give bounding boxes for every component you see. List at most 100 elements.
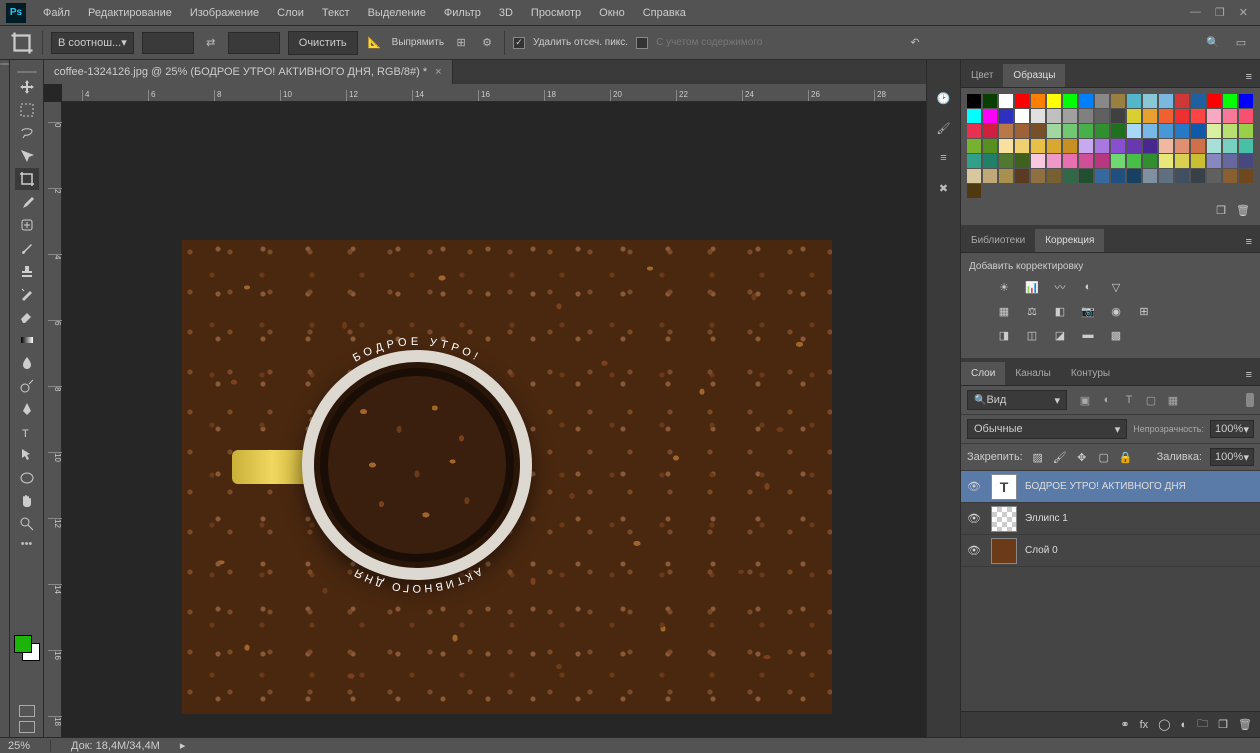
grip-icon[interactable]: [10, 68, 43, 76]
swatch[interactable]: [1015, 124, 1029, 138]
layer-mask-icon[interactable]: ◯: [1158, 718, 1170, 731]
properties-panel-icon[interactable]: ≡: [934, 148, 954, 168]
swatch[interactable]: [1159, 154, 1173, 168]
screen-mode-icon[interactable]: [19, 721, 35, 733]
swatch[interactable]: [1063, 124, 1077, 138]
history-brush-tool[interactable]: [15, 283, 39, 305]
swatch[interactable]: [1031, 169, 1045, 183]
swatch[interactable]: [967, 139, 981, 153]
minimize-icon[interactable]: —: [1190, 6, 1201, 19]
swatch[interactable]: [967, 154, 981, 168]
swatch[interactable]: [1175, 139, 1189, 153]
swatch[interactable]: [1015, 139, 1029, 153]
channel-mixer-icon[interactable]: ◉: [1107, 302, 1125, 320]
swatch[interactable]: [1143, 169, 1157, 183]
bw-icon[interactable]: ◧: [1051, 302, 1069, 320]
tool-presets-icon[interactable]: ✖: [934, 178, 954, 198]
layer-visibility-icon[interactable]: 👁: [965, 544, 983, 557]
zoom-level[interactable]: 25%: [8, 740, 30, 752]
swatch[interactable]: [983, 94, 997, 108]
delete-layer-icon[interactable]: 🗑: [1238, 718, 1252, 731]
swatch[interactable]: [1191, 124, 1205, 138]
swatch[interactable]: [967, 94, 981, 108]
menu-file[interactable]: Файл: [34, 7, 79, 19]
menu-select[interactable]: Выделение: [359, 7, 435, 19]
swatch[interactable]: [1047, 169, 1061, 183]
swatch[interactable]: [1095, 124, 1109, 138]
maximize-icon[interactable]: ❐: [1215, 6, 1225, 19]
canvas-viewport[interactable]: БОДРОЕ УТРО! АКТИВНОГО ДНЯ: [62, 102, 926, 737]
exposure-icon[interactable]: ◐: [1079, 278, 1097, 296]
menu-3d[interactable]: 3D: [490, 7, 522, 19]
swatch[interactable]: [1111, 139, 1125, 153]
swap-icon[interactable]: ⇄: [202, 34, 220, 52]
swatch[interactable]: [1079, 109, 1093, 123]
move-tool[interactable]: [15, 76, 39, 98]
swatch[interactable]: [1095, 139, 1109, 153]
swatch[interactable]: [1111, 109, 1125, 123]
settings-gear-icon[interactable]: ⚙: [478, 34, 496, 52]
layer-thumbnail[interactable]: [991, 506, 1017, 532]
swatch[interactable]: [999, 139, 1013, 153]
document-tab[interactable]: coffee-1324126.jpg @ 25% (БОДРОЕ УТРО! А…: [44, 60, 453, 84]
eyedropper-tool[interactable]: [15, 191, 39, 213]
swatch[interactable]: [1127, 154, 1141, 168]
lock-all-icon[interactable]: 🔒: [1119, 450, 1133, 464]
swatch[interactable]: [1159, 109, 1173, 123]
swatch[interactable]: [1095, 154, 1109, 168]
color-lookup-icon[interactable]: ⊞: [1135, 302, 1153, 320]
swatch[interactable]: [1207, 124, 1221, 138]
tab-adjustments[interactable]: Коррекция: [1035, 229, 1104, 252]
layer-row[interactable]: 👁TБОДРОЕ УТРО! АКТИВНОГО ДНЯ: [961, 471, 1260, 503]
filter-shape-icon[interactable]: ▢: [1143, 392, 1159, 408]
swatch[interactable]: [1127, 169, 1141, 183]
swatch[interactable]: [1063, 154, 1077, 168]
layer-visibility-icon[interactable]: 👁: [965, 480, 983, 493]
swatch[interactable]: [1143, 124, 1157, 138]
swatch[interactable]: [1031, 109, 1045, 123]
crop-tool-icon[interactable]: [10, 31, 34, 55]
swatch[interactable]: [1079, 139, 1093, 153]
link-layers-icon[interactable]: ⚭: [1120, 718, 1129, 731]
menu-help[interactable]: Справка: [634, 7, 695, 19]
swatch[interactable]: [1111, 169, 1125, 183]
search-icon[interactable]: 🔍: [1204, 34, 1222, 52]
layer-filter-select[interactable]: 🔍 Вид▾: [967, 390, 1067, 410]
color-balance-icon[interactable]: ⚖: [1023, 302, 1041, 320]
lock-transparency-icon[interactable]: ▨: [1031, 450, 1045, 464]
swatch[interactable]: [983, 109, 997, 123]
new-swatch-icon[interactable]: ❐: [1216, 204, 1226, 217]
swatch[interactable]: [1207, 169, 1221, 183]
swatch[interactable]: [967, 169, 981, 183]
width-input[interactable]: [142, 32, 194, 54]
swatch[interactable]: [999, 94, 1013, 108]
tab-paths[interactable]: Контуры: [1061, 362, 1120, 385]
quick-mask-icon[interactable]: [19, 705, 35, 717]
swatch[interactable]: [1175, 109, 1189, 123]
swatch[interactable]: [1079, 124, 1093, 138]
blur-tool[interactable]: [15, 352, 39, 374]
photo-filter-icon[interactable]: 📷: [1079, 302, 1097, 320]
swatch[interactable]: [1047, 139, 1061, 153]
brush-tool[interactable]: [15, 237, 39, 259]
threshold-icon[interactable]: ◪: [1051, 326, 1069, 344]
swatch[interactable]: [1191, 109, 1205, 123]
dodge-tool[interactable]: [15, 375, 39, 397]
foreground-color[interactable]: [14, 635, 32, 653]
swatch[interactable]: [1191, 154, 1205, 168]
swatch[interactable]: [1239, 169, 1253, 183]
gradient-tool[interactable]: [15, 329, 39, 351]
swatch[interactable]: [1239, 109, 1253, 123]
swatch[interactable]: [1191, 94, 1205, 108]
gradient-map-icon[interactable]: ▬: [1079, 326, 1097, 344]
swatch[interactable]: [983, 154, 997, 168]
swatch[interactable]: [1175, 94, 1189, 108]
status-arrow-icon[interactable]: ▸: [180, 739, 186, 752]
clear-button[interactable]: Очистить: [288, 31, 358, 55]
tab-color[interactable]: Цвет: [961, 64, 1003, 87]
swatch[interactable]: [1047, 154, 1061, 168]
swatch[interactable]: [967, 109, 981, 123]
swatch[interactable]: [1223, 154, 1237, 168]
swatch[interactable]: [1031, 94, 1045, 108]
healing-tool[interactable]: [15, 214, 39, 236]
